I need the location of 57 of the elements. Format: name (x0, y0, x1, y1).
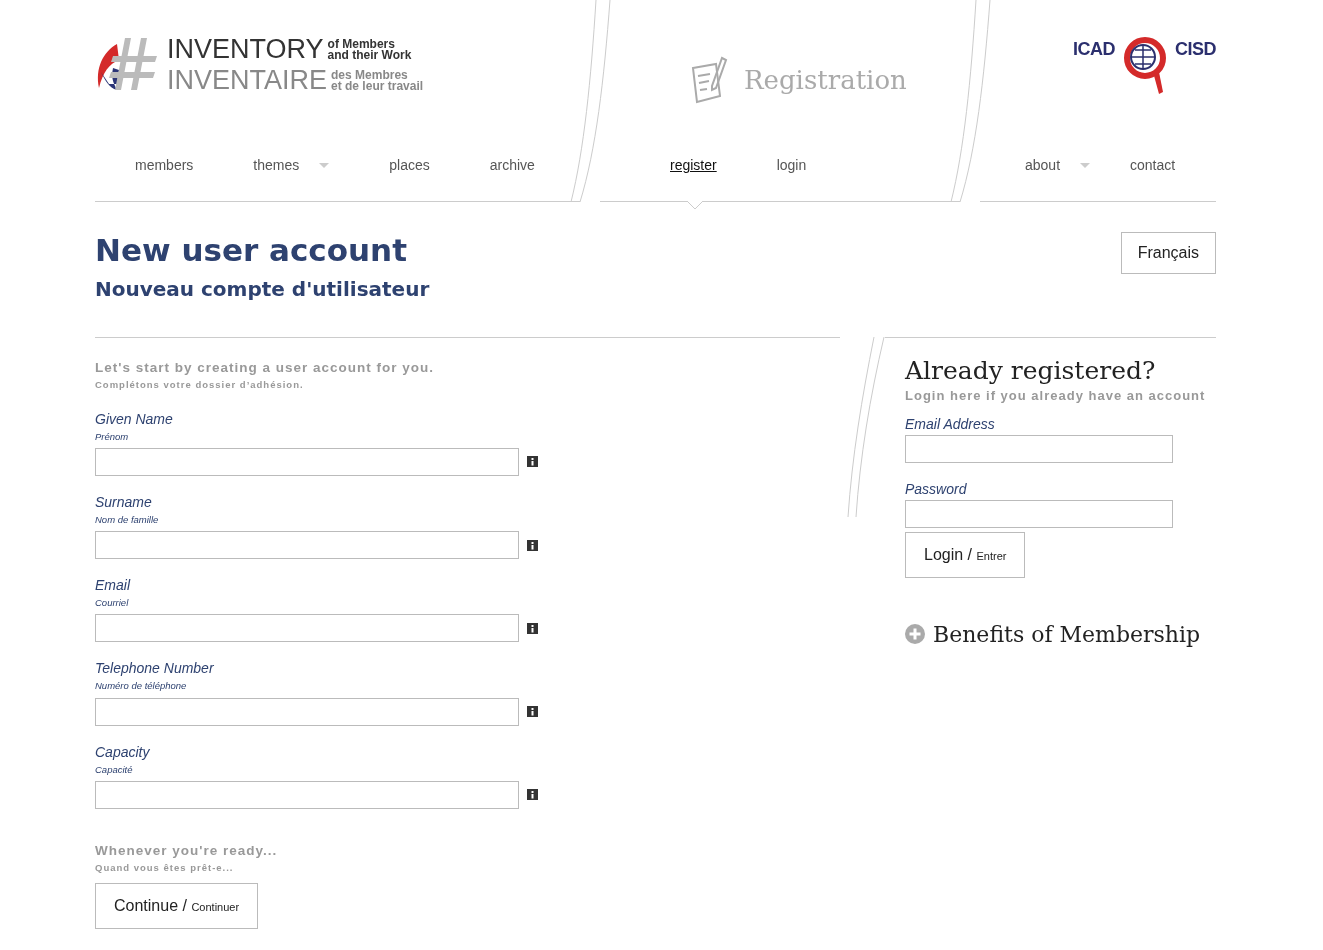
login-title: Already registered? (905, 356, 1157, 387)
login-subtitle: Login here if you already have an account (905, 387, 1207, 406)
field-label: Capacity (95, 742, 151, 762)
input-field[interactable] (905, 434, 1173, 463)
nav-link[interactable]: register (670, 155, 717, 176)
field-label: Email (95, 576, 132, 596)
nav-link[interactable]: archive (489, 155, 535, 176)
language-button[interactable]: Français (1120, 232, 1216, 274)
notepad-pencil-icon (690, 56, 728, 104)
field-label: Telephone Number (95, 659, 215, 679)
info-icon (527, 789, 538, 801)
field-label-fr: Numéro de téléphone (95, 679, 188, 694)
section-title: Registration (744, 63, 907, 97)
input-field[interactable] (95, 697, 519, 726)
field-label: Surname (95, 492, 153, 512)
logo-subtitle: of Members (327, 39, 395, 50)
nav-link[interactable]: contact (1130, 155, 1176, 176)
input-field[interactable] (95, 531, 519, 560)
field-label-fr: Nom de famille (95, 512, 160, 527)
partner-name: CISD (1175, 38, 1216, 61)
page-subtitle: Nouveau compte d'utilisateur (95, 277, 430, 302)
input-field[interactable] (95, 780, 519, 809)
info-icon (527, 456, 538, 468)
logo-subtitle: et de leur travail (331, 80, 424, 91)
nav-link[interactable]: places (389, 155, 430, 176)
info-icon (527, 539, 538, 551)
nav-link[interactable]: members (135, 155, 194, 176)
nav-link[interactable]: about (1025, 155, 1091, 176)
nav-link[interactable]: login (776, 155, 807, 176)
field-label-fr: Prénom (95, 429, 130, 444)
page-title: New user account (95, 232, 408, 270)
login-button[interactable]: Login / Entrer (905, 531, 1026, 578)
ready-text: Whenever you're ready... (95, 841, 279, 860)
ready-text-fr: Quand vous êtes prêt-e... (95, 861, 235, 876)
logo-title: INVENTORY (167, 36, 324, 63)
info-icon (527, 622, 538, 634)
input-field[interactable] (905, 499, 1173, 528)
globe-ribbon-logo (1123, 36, 1167, 96)
logo-subtitle: des Membres (331, 70, 408, 81)
benefits-link[interactable]: Benefits of Membership (933, 617, 1201, 651)
nav-link[interactable]: themes (253, 155, 330, 176)
intro-text: Let's start by creating a user account for you. (95, 359, 436, 378)
input-field[interactable] (95, 447, 519, 476)
field-label-fr: Courriel (95, 596, 130, 611)
continue-button[interactable]: Continue / Continuer (95, 883, 259, 930)
field-label: Email Address (905, 414, 996, 434)
logo-subtitle: and their Work (327, 49, 412, 60)
input-field[interactable] (95, 614, 519, 643)
field-label: Password (905, 479, 968, 499)
info-icon (527, 706, 538, 718)
expand-plus-icon (905, 624, 925, 645)
field-label-fr: Capacité (95, 762, 134, 777)
field-label: Given Name (95, 409, 174, 429)
logo-title: INVENTAIRE (167, 67, 328, 94)
logo-mark-drawing (95, 38, 159, 92)
intro-text-fr: Complétons votre dossier d’adhésion. (95, 378, 305, 393)
partner-name: ICAD (1073, 38, 1115, 61)
